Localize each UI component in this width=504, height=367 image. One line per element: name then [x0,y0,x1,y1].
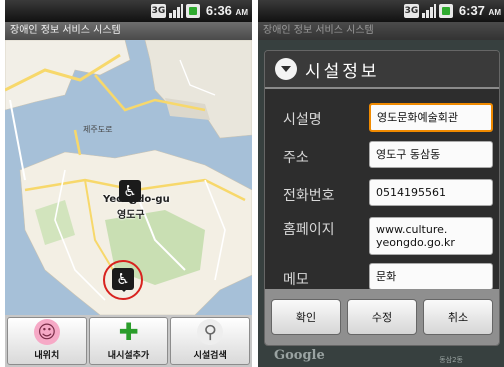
signal-strength-icon [421,3,436,18]
my-location-button[interactable]: ☺ 내위치 [7,317,87,365]
wheelchair-icon: ♿ [116,270,130,288]
field-label-homepage: 홈페이지 [283,222,335,238]
3g-icon: 3G [150,3,166,18]
dialog-button-bar: 확인 수정 취소 [265,289,499,345]
bottom-toolbar: ☺ 내위치 ✚ 내시설추가 ⚲ 시설검색 [5,315,252,367]
my-location-face-icon: ☺ [33,319,60,345]
field-label-name: 시설명 [283,112,322,128]
phone-field[interactable]: 0514195561 [369,179,493,206]
memo-field[interactable]: 문화 [369,263,493,290]
confirm-button[interactable]: 확인 [271,299,341,335]
map-label-district-ko: 영도구 [117,210,145,221]
right-phone-screen: 3G 6:37 AM 장애인 정보 서비스 시스템 Google 동삼2동 시설… [258,0,504,367]
battery-icon [185,3,200,18]
status-time: 6:37 AM [458,3,501,18]
cancel-button[interactable]: 취소 [423,299,493,335]
map-label-road: 제주도로 [83,125,113,134]
edit-button[interactable]: 수정 [347,299,417,335]
my-location-label: 내위치 [34,351,60,361]
google-watermark: Google [274,348,325,363]
search-magnifier-icon: ⚲ [197,319,224,345]
status-time: 6:36 AM [205,3,248,18]
battery-icon [438,3,453,18]
facility-info-dialog: 시설정보 시설명 영도문화예술회관 주소 영도구 동삼동 전화번호 051419… [264,50,500,346]
dialog-header: 시설정보 [265,51,499,89]
facility-name-field[interactable]: 영도문화예술회관 [369,103,493,132]
signal-strength-icon [168,3,183,18]
facility-search-label: 시설검색 [193,351,227,361]
wheelchair-icon: ♿ [123,182,137,200]
app-title: 장애인 정보 서비스 시스템 [5,22,252,40]
field-label-address: 주소 [283,150,309,166]
map-view[interactable]: 제주도로 Yeongdo-gu 영도구 ♿ ♿ [5,40,252,315]
facility-search-button[interactable]: ⚲ 시설검색 [170,317,251,365]
dialog-title: 시설정보 [305,61,380,82]
status-bar: 3G 6:37 AM [258,0,504,22]
homepage-field[interactable]: www.culture. yeongdo.go.kr [369,217,493,255]
add-facility-label: 내시설추가 [107,351,150,361]
address-field[interactable]: 영도구 동삼동 [369,141,493,168]
left-phone-screen: 3G 6:36 AM 장애인 정보 서비스 시스템 제주도로 영도구 ♿ ♿ ☺… [5,0,252,367]
add-facility-button[interactable]: ✚ 내시설추가 [88,317,169,365]
map-area-label: 동삼2동 [439,356,463,364]
status-bar: 3G 6:36 AM [5,0,252,22]
facility-marker-selected[interactable]: ♿ [112,268,134,292]
field-label-phone: 전화번호 [283,188,335,204]
3g-icon: 3G [403,3,419,18]
app-title: 장애인 정보 서비스 시스템 [258,22,504,40]
facility-marker[interactable]: ♿ [119,180,141,204]
dropdown-circle-icon [275,58,297,80]
add-plus-icon: ✚ [118,318,139,346]
field-label-memo: 메모 [283,272,309,288]
